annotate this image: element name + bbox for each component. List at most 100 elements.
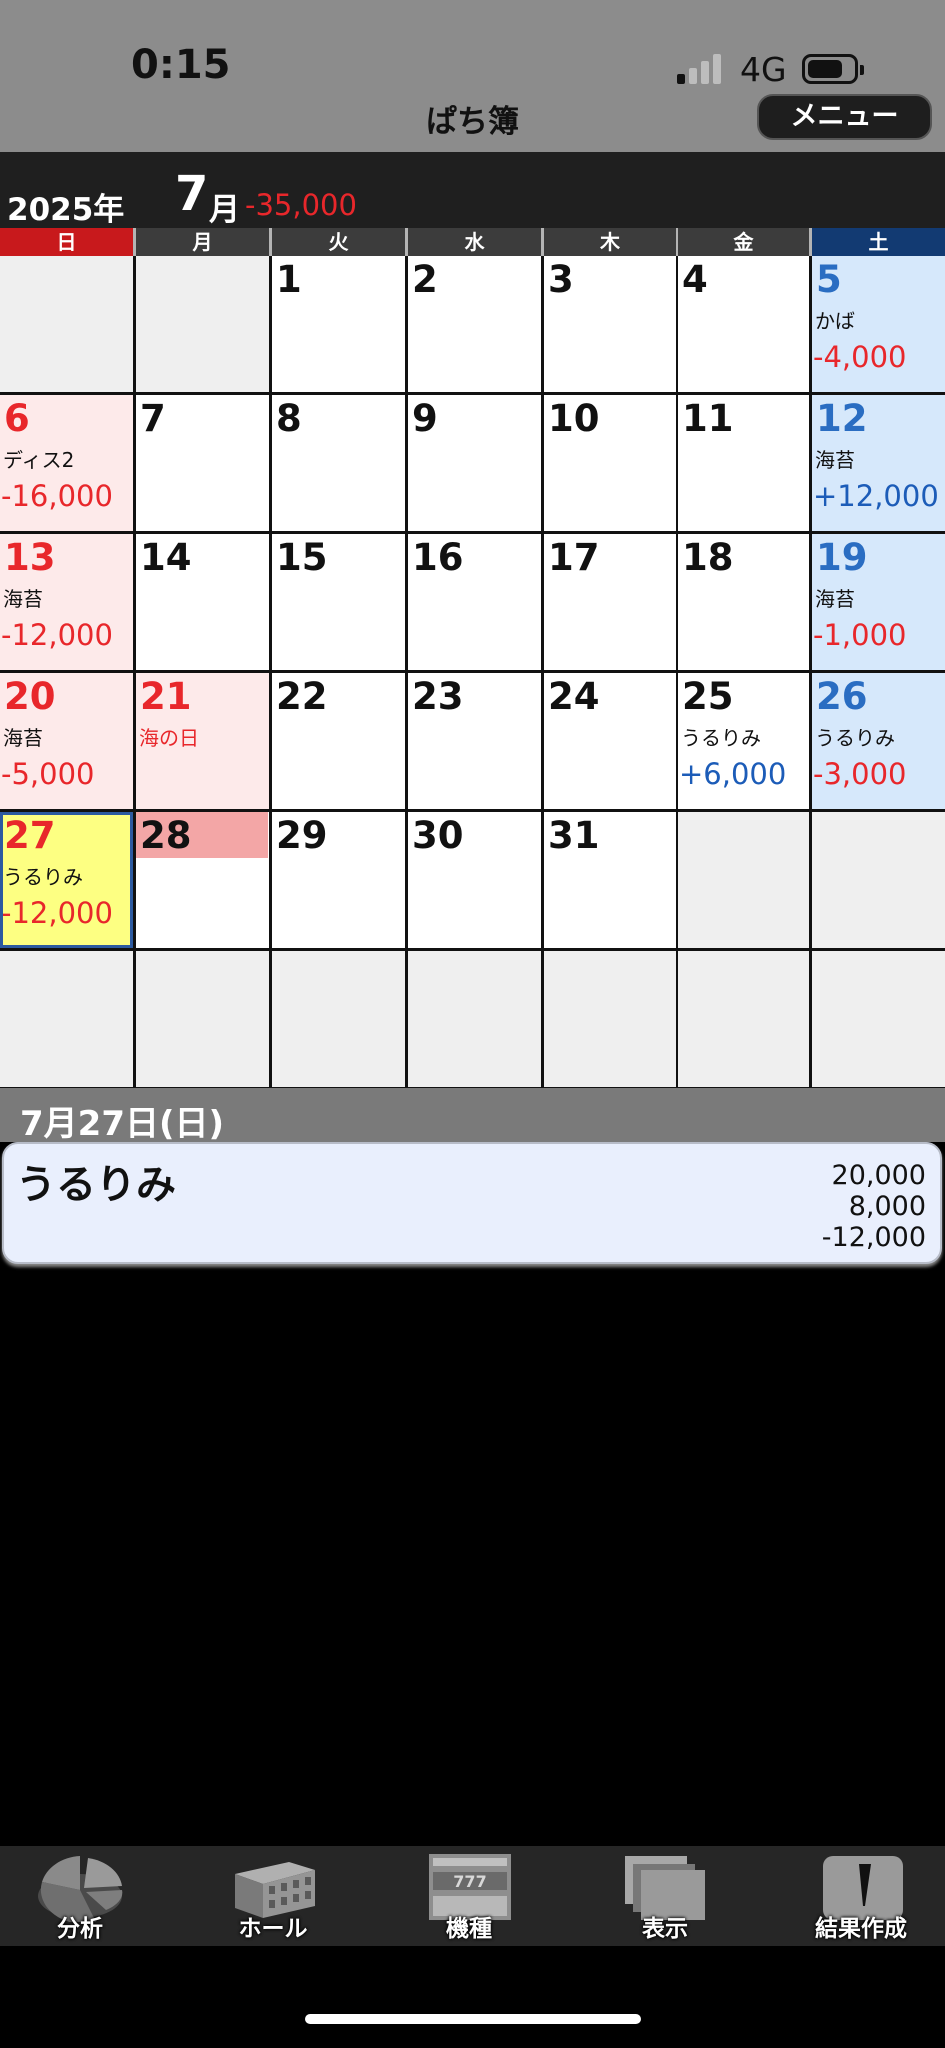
day-number: 19: [816, 536, 868, 579]
day-number: 24: [548, 675, 600, 718]
record-balance: -12,000: [821, 1222, 926, 1253]
calendar-day-cell[interactable]: 11: [678, 395, 809, 531]
daily-balance: -1,000: [813, 618, 907, 652]
daily-balance: -3,000: [813, 757, 907, 791]
tab-bar: 分析 ホール 777 機種 表示 結果作成: [0, 1846, 945, 1946]
calendar-empty-cell: [812, 812, 945, 948]
calendar-day-cell[interactable]: 2: [408, 256, 541, 392]
calendar-day-cell[interactable]: 13 海苔 -12,000: [0, 534, 133, 670]
daily-balance: -12,000: [1, 618, 113, 652]
hall-name: 海苔: [3, 726, 43, 750]
hall-name: 海苔: [815, 587, 855, 611]
calendar-day-cell[interactable]: 12 海苔 +12,000: [812, 395, 945, 531]
tab-create-result[interactable]: 結果作成: [781, 1846, 941, 1946]
day-number: 26: [816, 675, 868, 718]
calendar-empty-cell: [272, 951, 405, 1087]
calendar-day-cell[interactable]: 16: [408, 534, 541, 670]
day-number: 9: [412, 397, 438, 440]
tab-analysis-label: 分析: [57, 1916, 103, 1942]
calendar-empty-cell: [0, 256, 133, 392]
calendar-day-cell[interactable]: 5 かば -4,000: [812, 256, 945, 392]
selected-date: 7月27日(日): [20, 1104, 225, 1144]
calendar-day-cell[interactable]: 15: [272, 534, 405, 670]
hall-name: ディス2: [3, 448, 75, 472]
day-number: 11: [682, 397, 734, 440]
day-number: 8: [276, 397, 302, 440]
calendar-day-cell[interactable]: 7: [136, 395, 269, 531]
calendar-empty-cell: [0, 951, 133, 1087]
day-number: 6: [4, 397, 30, 440]
weekday-header-cell: 金: [678, 228, 809, 256]
calendar-day-cell[interactable]: 25 うるりみ +6,000: [678, 673, 809, 809]
calendar-empty-cell: [678, 812, 809, 948]
calendar-day-cell[interactable]: 29: [272, 812, 405, 948]
daily-balance: +12,000: [813, 479, 939, 513]
calendar-day-cell[interactable]: 22: [272, 673, 405, 809]
calendar-day-cell[interactable]: 30: [408, 812, 541, 948]
calendar-empty-cell: [408, 951, 541, 1087]
calendar-day-cell[interactable]: 3: [544, 256, 676, 392]
calendar-day-cell[interactable]: 20 海苔 -5,000: [0, 673, 133, 809]
weekday-header-cell: 火: [272, 228, 405, 256]
signal-icon: [677, 52, 727, 84]
month-total: -35,000: [245, 188, 357, 222]
calendar-day-cell[interactable]: 10: [544, 395, 676, 531]
calendar-day-cell[interactable]: 27 うるりみ -12,000: [0, 812, 133, 948]
record-investment: 20,000: [831, 1160, 926, 1191]
daily-balance: -12,000: [1, 896, 113, 930]
day-number: 13: [4, 536, 56, 579]
record-hall-name: うるりみ: [16, 1162, 176, 1208]
calendar-day-cell[interactable]: 21 海の日: [136, 673, 269, 809]
calendar-day-cell[interactable]: 17: [544, 534, 676, 670]
tab-analysis[interactable]: 分析: [0, 1846, 160, 1946]
daily-balance: -4,000: [813, 340, 907, 374]
hall-name: 海苔: [815, 448, 855, 472]
day-number: 2: [412, 258, 438, 301]
calendar-day-cell[interactable]: 9: [408, 395, 541, 531]
month-header: 2025年 7 月 -35,000: [0, 152, 945, 228]
home-indicator[interactable]: [305, 2014, 641, 2024]
calendar-day-cell[interactable]: 1: [272, 256, 405, 392]
year-label[interactable]: 2025年: [7, 184, 124, 229]
svg-text:777: 777: [453, 1872, 486, 1891]
calendar-day-cell[interactable]: 4: [678, 256, 809, 392]
record-item[interactable]: うるりみ 20,000 8,000 -12,000: [2, 1142, 942, 1264]
weekday-header-cell: 木: [544, 228, 676, 256]
calendar-day-cell[interactable]: 31: [544, 812, 676, 948]
tab-hall-label: ホール: [238, 1916, 308, 1942]
calendar-day-cell[interactable]: 8: [272, 395, 405, 531]
tab-hall[interactable]: ホール: [193, 1846, 353, 1946]
tab-display[interactable]: 表示: [585, 1846, 745, 1946]
weekday-header: 日月火水木金土: [0, 228, 945, 256]
calendar-day-cell[interactable]: 23: [408, 673, 541, 809]
day-number: 27: [4, 814, 56, 857]
calendar-day-cell[interactable]: 24: [544, 673, 676, 809]
detail-header: 7月27日(日): [0, 1088, 945, 1144]
calendar-day-cell[interactable]: 18: [678, 534, 809, 670]
month-label[interactable]: 7: [175, 166, 208, 222]
status-time: 0:15: [131, 42, 231, 88]
day-number: 22: [276, 675, 328, 718]
calendar-day-cell[interactable]: 14: [136, 534, 269, 670]
tab-machine[interactable]: 777 機種: [389, 1846, 549, 1946]
day-number: 12: [816, 397, 868, 440]
day-number: 25: [682, 675, 734, 718]
day-number: 21: [140, 675, 192, 718]
calendar-empty-cell: [136, 256, 269, 392]
tab-create-result-label: 結果作成: [815, 1916, 907, 1942]
daily-balance: +6,000: [679, 757, 787, 791]
calendar-day-cell[interactable]: 6 ディス2 -16,000: [0, 395, 133, 531]
tab-display-label: 表示: [642, 1916, 688, 1942]
weekday-header-cell: 日: [0, 228, 133, 256]
day-number: 4: [682, 258, 708, 301]
calendar-day-cell[interactable]: 19 海苔 -1,000: [812, 534, 945, 670]
day-number: 29: [276, 814, 328, 857]
day-number: 16: [412, 536, 464, 579]
month-unit-label: 月: [209, 192, 240, 228]
menu-button[interactable]: メニュー: [757, 94, 932, 140]
record-recovery: 8,000: [848, 1191, 926, 1222]
day-number: 28: [140, 814, 192, 857]
calendar-day-cell[interactable]: 28: [136, 812, 269, 948]
network-type: 4G: [740, 50, 787, 89]
calendar-day-cell[interactable]: 26 うるりみ -3,000: [812, 673, 945, 809]
